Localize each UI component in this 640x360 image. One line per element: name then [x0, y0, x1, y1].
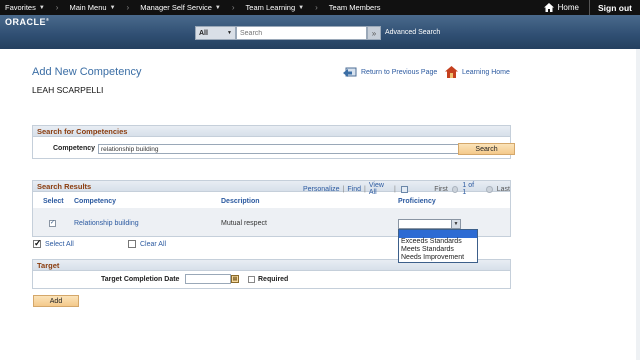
clear-all-label: Clear All: [140, 240, 167, 248]
chevron-down-icon[interactable]: ▼: [451, 220, 460, 228]
checkbox-empty-icon: [128, 240, 136, 248]
advanced-search-link[interactable]: Advanced Search: [385, 29, 440, 36]
proficiency-dropdown-list: Exceeds Standards Meets Standards Needs …: [398, 229, 478, 263]
toolbar-separator: |: [342, 185, 345, 193]
target-panel: Target Target Completion Date ▦ Required: [32, 259, 511, 289]
nav-team-members-label: Team Members: [328, 3, 381, 12]
oracle-logo: ORACLE®: [5, 17, 49, 27]
previous-page-icon[interactable]: [451, 185, 459, 193]
toolbar-separator: |: [364, 185, 366, 193]
chevron-down-icon: ▼: [227, 30, 232, 36]
competency-label: Competency: [53, 145, 96, 152]
first-label: First: [434, 185, 448, 193]
dropdown-option-meets[interactable]: Meets Standards: [399, 246, 477, 254]
nav-favorites-label: Favorites: [5, 3, 36, 12]
select-all-link[interactable]: Select All: [33, 238, 74, 249]
sign-out-link[interactable]: Sign out: [589, 0, 640, 15]
clear-all-link[interactable]: Clear All: [128, 240, 166, 248]
return-to-previous-page-link[interactable]: Return to Previous Page: [343, 67, 437, 78]
dropdown-option-exceeds[interactable]: Exceeds Standards: [399, 238, 477, 246]
chevron-down-icon: ▼: [38, 4, 45, 11]
vertical-scrollbar[interactable]: [636, 49, 640, 360]
employee-name: LEAH SCARPELLI: [32, 85, 104, 95]
nav-separator: ›: [126, 3, 130, 12]
return-arrow-icon: [343, 67, 357, 77]
chevron-down-icon: ▼: [214, 4, 221, 11]
learning-home-icon: [445, 66, 458, 78]
home-icon: [543, 3, 554, 12]
top-nav-bar: Favorites ▼ › Main Menu ▼ › Manager Self…: [0, 0, 640, 15]
home-link[interactable]: Home: [534, 3, 589, 12]
last-label: Last: [496, 185, 510, 193]
nav-manager-self-service[interactable]: Manager Self Service ▼: [135, 0, 226, 15]
column-header-description[interactable]: Description: [221, 198, 260, 205]
find-link[interactable]: Find: [347, 186, 361, 193]
chevron-down-icon: ▼: [109, 4, 116, 11]
required-checkbox[interactable]: [248, 276, 255, 283]
search-competencies-panel: Search for Competencies Competency Searc…: [32, 125, 515, 159]
calendar-icon[interactable]: ▦: [231, 275, 239, 283]
competency-description: Mutual respect: [221, 220, 267, 227]
logo-text: ORACLE: [5, 17, 46, 27]
search-button[interactable]: Search: [458, 143, 515, 155]
next-page-icon[interactable]: [486, 185, 493, 193]
registered-mark: ®: [46, 17, 50, 22]
proficiency-select[interactable]: ▼: [398, 219, 461, 229]
required-label: Required: [258, 276, 289, 283]
toolbar-separator: |: [393, 185, 396, 193]
learning-home-link[interactable]: Learning Home: [445, 66, 510, 78]
page-count: 1 of 1: [462, 182, 475, 196]
chevron-down-icon: ▼: [298, 4, 305, 11]
dropdown-option-blank[interactable]: [399, 230, 477, 238]
target-date-input[interactable]: [185, 274, 231, 284]
dropdown-option-needs-improvement[interactable]: Needs Improvement: [399, 254, 477, 262]
competency-search-input[interactable]: [98, 144, 491, 154]
global-search-bar: All ▼ »: [195, 26, 381, 40]
nav-main-menu-label: Main Menu: [69, 3, 107, 12]
checkbox-checked-icon: [33, 238, 42, 249]
personalize-link[interactable]: Personalize: [303, 186, 340, 193]
home-label: Home: [557, 3, 579, 12]
nav-main-menu[interactable]: Main Menu ▼: [64, 0, 120, 15]
return-link-label: Return to Previous Page: [361, 69, 438, 76]
nav-team-learning-label: Team Learning: [245, 3, 296, 12]
global-search-input[interactable]: [236, 26, 367, 40]
grid-toolbar: Personalize | Find | View All | First 1 …: [303, 182, 510, 196]
target-date-label: Target Completion Date: [101, 276, 180, 283]
add-button[interactable]: Add: [33, 295, 79, 307]
nav-team-learning[interactable]: Team Learning ▼: [241, 0, 310, 15]
nav-favorites[interactable]: Favorites ▼: [0, 0, 50, 15]
search-panel-header: Search for Competencies: [33, 126, 510, 137]
select-all-label: Select All: [45, 240, 74, 248]
learning-home-label: Learning Home: [462, 68, 510, 76]
nav-separator: ›: [55, 3, 59, 12]
nav-separator: ›: [315, 3, 318, 12]
column-header-select: Select: [43, 198, 64, 205]
nav-manager-self-service-label: Manager Self Service: [140, 3, 212, 12]
view-all-link[interactable]: View All: [369, 182, 391, 196]
search-go-icon[interactable]: »: [367, 26, 381, 40]
download-grid-icon[interactable]: [400, 185, 409, 193]
nav-right-group: Home Sign out: [534, 0, 640, 15]
row-select-checkbox[interactable]: ✓: [49, 220, 56, 227]
nav-team-members[interactable]: Team Members: [324, 0, 386, 15]
competency-link[interactable]: Relationship building: [74, 220, 139, 227]
results-panel-title: Search Results: [37, 182, 92, 191]
page-title: Add New Competency: [32, 66, 142, 78]
search-scope-select[interactable]: All ▼: [195, 26, 236, 40]
results-panel-header: Search Results Personalize | Find | View…: [33, 181, 510, 196]
column-header-proficiency[interactable]: Proficiency: [398, 198, 436, 205]
header-banner: ORACLE® All ▼ » Advanced Search: [0, 15, 640, 49]
nav-separator: ›: [231, 3, 235, 12]
search-scope-label: All: [199, 29, 208, 37]
column-header-competency[interactable]: Competency: [74, 198, 116, 205]
